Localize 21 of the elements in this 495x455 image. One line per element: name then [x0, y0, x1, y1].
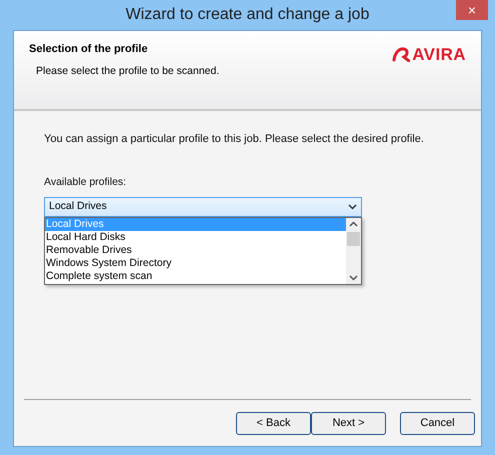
window-title: Wizard to create and change a job — [126, 5, 370, 25]
scrollbar[interactable] — [346, 218, 361, 284]
profile-option[interactable]: Complete system scan — [45, 270, 346, 284]
intro-text: You can assign a particular profile to this job. Please select the desired profile. — [44, 132, 425, 147]
wizard-button[interactable]: < Back — [236, 412, 311, 434]
wizard-button[interactable]: Cancel — [400, 412, 475, 434]
profile-option[interactable]: Local Hard Disks — [45, 231, 346, 244]
umbrella-icon — [392, 46, 410, 62]
chevron-down-icon — [349, 275, 358, 282]
header-subtitle: Please select the profile to be scanned. — [35, 64, 220, 78]
header-title: Selection of the profile — [29, 42, 149, 57]
profile-option[interactable]: Windows System Directory — [45, 257, 346, 270]
profile-option[interactable]: Removable Drives — [45, 244, 346, 258]
wizard-button[interactable]: Next > — [311, 412, 386, 434]
scrollbar-thumb[interactable] — [347, 232, 360, 246]
chevron-up-icon — [349, 221, 358, 228]
close-button[interactable]: × — [456, 0, 488, 20]
profiles-label: Available profiles: — [44, 174, 128, 190]
avira-logo: AVIRA — [412, 46, 466, 64]
profile-dropdown[interactable]: Local Drives — [44, 197, 362, 218]
chevron-down-icon — [348, 204, 357, 210]
